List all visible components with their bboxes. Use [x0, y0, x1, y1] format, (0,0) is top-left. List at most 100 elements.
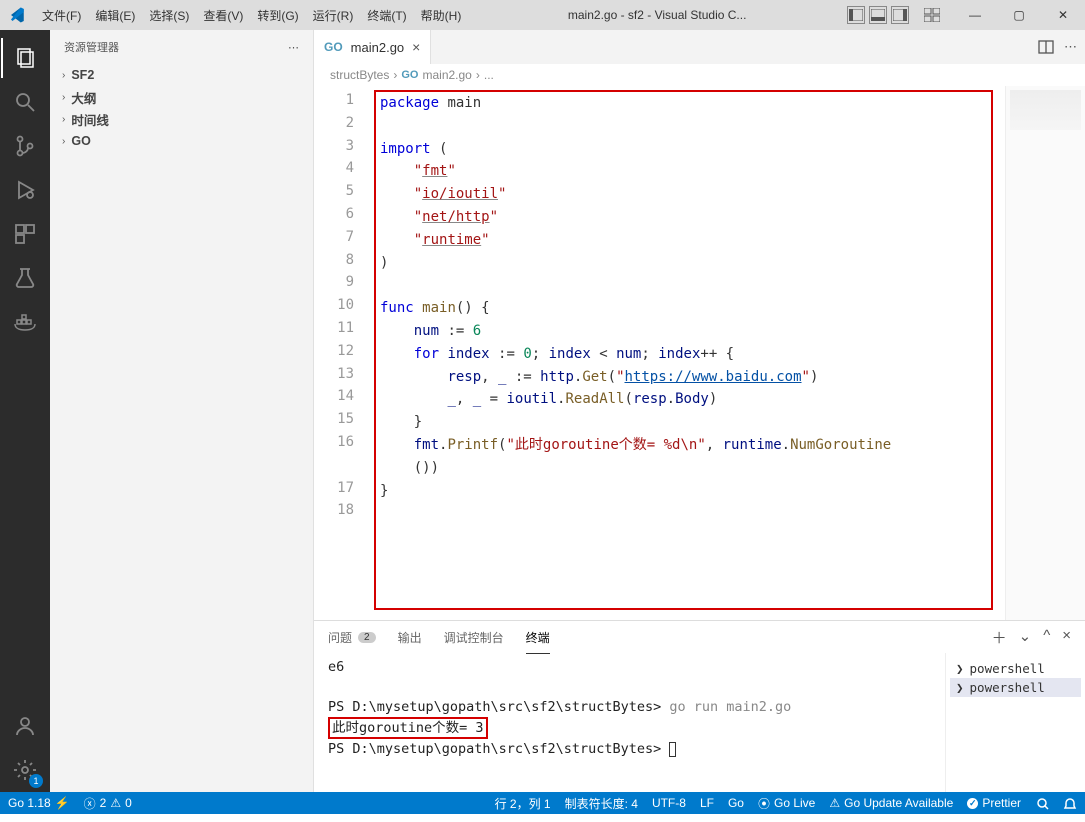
- menu-edit[interactable]: 编辑(E): [89, 5, 141, 26]
- sidebar-section-timeline[interactable]: › 时间线: [50, 108, 313, 130]
- explorer-icon[interactable]: [1, 36, 49, 80]
- tab-terminal[interactable]: 终端: [526, 629, 550, 646]
- tab-problems[interactable]: 问题2: [328, 629, 376, 646]
- breadcrumb-item[interactable]: structBytes: [330, 68, 389, 82]
- status-go-update[interactable]: ⚠Go Update Available: [829, 796, 953, 810]
- warn-icon: ⚠: [829, 796, 840, 810]
- settings-icon[interactable]: 1: [1, 748, 49, 792]
- sidebar-header: 资源管理器 ⋯: [50, 30, 313, 64]
- tab-label: main2.go: [351, 40, 404, 55]
- minimize-button[interactable]: ―: [953, 0, 997, 30]
- status-go-version[interactable]: Go 1.18 ⚡: [8, 796, 70, 810]
- close-panel-icon[interactable]: ×: [1062, 627, 1071, 648]
- lightning-icon: ⚡: [55, 796, 70, 810]
- minimap[interactable]: [1005, 86, 1085, 620]
- section-label: GO: [71, 134, 90, 148]
- menu-terminal[interactable]: 终端(T): [361, 5, 412, 26]
- terminal[interactable]: e6 PS D:\mysetup\gopath\src\sf2\structBy…: [314, 653, 945, 792]
- status-errors[interactable]: ⓧ2 ⚠0: [84, 795, 132, 812]
- broadcast-icon: ⦿: [758, 795, 770, 812]
- menu-goto[interactable]: 转到(G): [251, 5, 304, 26]
- menu-bar: 文件(F) 编辑(E) 选择(S) 查看(V) 转到(G) 运行(R) 终端(T…: [36, 5, 467, 26]
- tab-output[interactable]: 输出: [398, 629, 422, 646]
- titlebar: 文件(F) 编辑(E) 选择(S) 查看(V) 转到(G) 运行(R) 终端(T…: [0, 0, 1085, 30]
- line-gutter: 12345678910111213141516 1718: [314, 86, 368, 525]
- new-terminal-icon[interactable]: ＋: [992, 627, 1007, 648]
- terminal-item[interactable]: ❯powershell: [950, 659, 1081, 678]
- activity-bar: 1: [0, 30, 50, 792]
- editor-area: GO main2.go × ⋯ structBytes › GO main2.g…: [314, 30, 1085, 792]
- warn-icon: ⚠: [110, 796, 121, 810]
- breadcrumb[interactable]: structBytes › GO main2.go › ...: [314, 64, 1085, 86]
- breadcrumb-item[interactable]: ...: [484, 68, 494, 82]
- menu-select[interactable]: 选择(S): [143, 5, 195, 26]
- cursor-icon: [669, 742, 676, 757]
- go-file-icon: GO: [324, 40, 343, 54]
- layout-grid-icon[interactable]: [923, 6, 941, 24]
- close-button[interactable]: ✕: [1041, 0, 1085, 30]
- layout-right-icon[interactable]: [891, 6, 909, 24]
- maximize-panel-icon[interactable]: ^: [1043, 627, 1050, 648]
- error-icon: ⓧ: [84, 795, 96, 812]
- status-tab-size[interactable]: 制表符长度: 4: [565, 795, 638, 812]
- sidebar-title: 资源管理器: [64, 39, 119, 55]
- extensions-icon[interactable]: [1, 212, 49, 256]
- chevron-right-icon: ›: [62, 92, 65, 103]
- go-file-icon: GO: [401, 69, 418, 81]
- chevron-right-icon: ›: [62, 70, 65, 81]
- terminal-list: ❯powershell ❯powershell: [945, 653, 1085, 792]
- vscode-logo-icon: [8, 6, 26, 24]
- dropdown-icon[interactable]: ⌄: [1019, 627, 1032, 648]
- editor-tabs: GO main2.go × ⋯: [314, 30, 1085, 64]
- status-go-live[interactable]: ⦿Go Live: [758, 795, 815, 812]
- status-language[interactable]: Go: [728, 796, 744, 810]
- code-content[interactable]: package main import ( "fmt" "io/ioutil" …: [380, 92, 1005, 525]
- shell-icon: ❯: [956, 661, 964, 676]
- tab-main2go[interactable]: GO main2.go ×: [314, 30, 431, 64]
- chevron-right-icon: ›: [476, 68, 480, 82]
- sidebar-section-outline[interactable]: › 大纲: [50, 86, 313, 108]
- status-feedback-icon[interactable]: [1035, 796, 1049, 810]
- account-icon[interactable]: [1, 704, 49, 748]
- panel-tabs: 问题2 输出 调试控制台 终端 ＋ ⌄ ^ ×: [314, 621, 1085, 653]
- run-debug-icon[interactable]: [1, 168, 49, 212]
- status-bar: Go 1.18 ⚡ ⓧ2 ⚠0 行 2，列 1 制表符长度: 4 UTF-8 L…: [0, 792, 1085, 814]
- section-label: 时间线: [71, 110, 109, 129]
- layout-bottom-icon[interactable]: [869, 6, 887, 24]
- panel: 问题2 输出 调试控制台 终端 ＋ ⌄ ^ × e6 PS D:\mysetup…: [314, 620, 1085, 792]
- terminal-item[interactable]: ❯powershell: [950, 678, 1081, 697]
- sidebar-section-go[interactable]: › GO: [50, 130, 313, 152]
- chevron-right-icon: ›: [62, 136, 65, 147]
- docker-icon[interactable]: [1, 300, 49, 344]
- close-icon[interactable]: ×: [412, 39, 420, 55]
- menu-run[interactable]: 运行(R): [307, 5, 360, 26]
- breadcrumb-item[interactable]: main2.go: [422, 68, 471, 82]
- status-bell-icon[interactable]: [1063, 796, 1077, 810]
- sep: [913, 6, 919, 24]
- sidebar: 资源管理器 ⋯ ›SF2 › 大纲 › 时间线 › GO: [50, 30, 314, 792]
- layout-left-icon[interactable]: [847, 6, 865, 24]
- sidebar-section-sf2[interactable]: ›SF2: [50, 64, 313, 86]
- more-icon[interactable]: ⋯: [288, 41, 299, 54]
- chevron-right-icon: ›: [62, 114, 65, 125]
- tab-debug-console[interactable]: 调试控制台: [444, 629, 504, 646]
- split-editor-icon[interactable]: [1038, 39, 1054, 55]
- menu-file[interactable]: 文件(F): [36, 5, 87, 26]
- code-editor[interactable]: 12345678910111213141516 1718 package mai…: [314, 86, 1005, 620]
- shell-icon: ❯: [956, 680, 964, 695]
- source-control-icon[interactable]: [1, 124, 49, 168]
- maximize-button[interactable]: ▢: [997, 0, 1041, 30]
- section-label: 大纲: [71, 88, 96, 107]
- highlighted-output: 此时goroutine个数= 3: [328, 717, 488, 739]
- test-icon[interactable]: [1, 256, 49, 300]
- status-prettier[interactable]: ✓Prettier: [967, 796, 1021, 810]
- prettier-icon: ✓: [967, 798, 978, 809]
- status-cursor-pos[interactable]: 行 2，列 1: [495, 795, 551, 812]
- chevron-right-icon: ›: [393, 68, 397, 82]
- status-eol[interactable]: LF: [700, 796, 714, 810]
- menu-help[interactable]: 帮助(H): [415, 5, 468, 26]
- menu-view[interactable]: 查看(V): [197, 5, 249, 26]
- status-encoding[interactable]: UTF-8: [652, 796, 686, 810]
- search-icon[interactable]: [1, 80, 49, 124]
- more-icon[interactable]: ⋯: [1064, 39, 1077, 55]
